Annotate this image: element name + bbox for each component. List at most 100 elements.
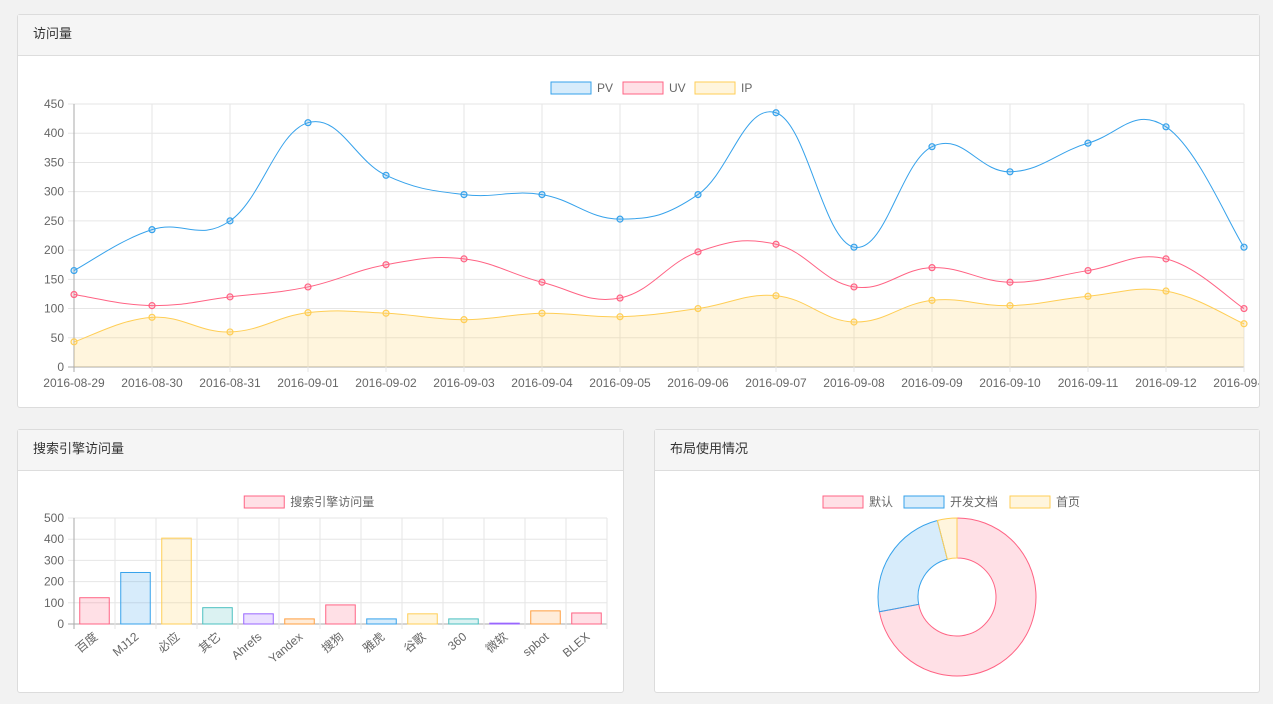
slice-开发文档 xyxy=(877,519,948,613)
legend-swatch xyxy=(822,495,864,509)
data-point-IP xyxy=(1084,292,1092,300)
y-tick-label: 250 xyxy=(44,214,64,228)
data-point-PV xyxy=(928,143,936,151)
x-tick-label: 雅虎 xyxy=(359,629,387,656)
bar-360 xyxy=(448,618,479,625)
series-line-PV xyxy=(73,111,1245,272)
bar-谷歌 xyxy=(407,613,438,625)
data-point-PV xyxy=(460,190,468,199)
x-tick-label: 2016-09-12 xyxy=(1135,376,1197,390)
data-point-IP xyxy=(1240,320,1248,328)
legend-swatch xyxy=(243,495,285,509)
x-tick-label: BLEX xyxy=(560,630,593,660)
data-point-PV xyxy=(382,171,390,179)
legend-label: 首页 xyxy=(1056,495,1080,509)
data-point-UV xyxy=(1162,255,1170,263)
x-tick-label: 2016-09-09 xyxy=(901,376,963,390)
data-point-UV xyxy=(1084,266,1092,275)
x-tick-label: 2016-09-13 xyxy=(1213,376,1259,390)
legend-swatch xyxy=(622,81,664,95)
y-tick-label: 350 xyxy=(44,155,64,169)
data-point-IP xyxy=(1006,302,1014,310)
data-point-IP xyxy=(460,316,468,324)
data-point-PV xyxy=(538,190,546,199)
search-engine-bar-chart: 搜索引擎访问量 0 100 200 300 400 500 百度 MJ12 必应 其它 Ahrefs Y… xyxy=(44,494,608,666)
data-point-IP xyxy=(616,313,624,321)
traffic-line-chart: PV UV IP 0 50 100 150 200 250 300 350 400 450 2016-08… xyxy=(43,81,1259,390)
x-tick-label: Yandex xyxy=(266,630,305,666)
legend-label: PV xyxy=(597,81,613,95)
data-point-PV xyxy=(1006,168,1014,176)
x-tick-label: 2016-09-04 xyxy=(511,376,573,390)
x-tick-label: 谷歌 xyxy=(400,629,428,656)
data-point-PV xyxy=(1084,139,1092,147)
bar-搜狗 xyxy=(325,604,356,625)
layout-usage-panel-title: 布局使用情况 xyxy=(655,430,1259,471)
data-point-IP xyxy=(772,292,780,300)
data-point-IP xyxy=(850,318,858,326)
layout-usage-panel: 布局使用情况 默认 开发文档 首页 xyxy=(654,429,1260,693)
x-tick-label: 2016-09-05 xyxy=(589,376,651,390)
y-tick-label: 100 xyxy=(44,596,64,610)
data-point-UV xyxy=(850,283,858,291)
x-tick-label: 2016-09-03 xyxy=(433,376,495,390)
data-point-IP xyxy=(148,313,156,321)
traffic-panel: 访问量 PV UV IP 0 50 100 150 200 250 300 350 400 450 201… xyxy=(17,14,1260,408)
data-point-IP xyxy=(70,338,78,346)
bar-微软 xyxy=(489,622,520,625)
data-point-PV xyxy=(70,266,78,275)
y-tick-label: 400 xyxy=(44,532,64,546)
x-tick-label: 360 xyxy=(445,629,470,653)
data-point-UV xyxy=(538,278,546,286)
data-point-PV xyxy=(772,109,780,117)
y-tick-label: 300 xyxy=(44,553,64,567)
legend-label: UV xyxy=(669,81,686,95)
y-tick-label: 400 xyxy=(44,126,64,140)
bar-MJ12 xyxy=(120,571,151,625)
data-point-IP xyxy=(304,309,312,317)
data-point-IP xyxy=(226,328,234,336)
x-tick-label: 必应 xyxy=(154,629,182,656)
data-point-PV xyxy=(694,190,702,199)
data-point-PV xyxy=(148,226,156,234)
data-point-PV xyxy=(1240,243,1248,251)
bar-Yandex xyxy=(284,618,315,625)
bar-其它 xyxy=(202,607,233,625)
x-tick-label: 2016-08-29 xyxy=(43,376,105,390)
data-point-UV xyxy=(1006,278,1014,286)
bar-百度 xyxy=(79,597,110,625)
data-point-PV xyxy=(226,217,234,225)
search-engine-panel: 搜索引擎访问量 搜索引擎访问量 0 100 200 300 400 500 百度 MJ12 必应其… xyxy=(17,429,624,693)
legend-label: 开发文档 xyxy=(950,494,998,509)
data-point-UV xyxy=(928,264,936,272)
y-tick-label: 50 xyxy=(51,331,65,345)
data-point-IP xyxy=(1162,287,1170,295)
legend-label: 默认 xyxy=(869,494,893,509)
data-point-PV xyxy=(304,119,312,127)
y-tick-label: 500 xyxy=(44,511,64,525)
data-point-IP xyxy=(694,304,702,313)
x-tick-label: 其它 xyxy=(195,629,223,656)
data-point-UV xyxy=(226,293,234,301)
x-tick-label: 2016-09-07 xyxy=(745,376,807,390)
x-tick-label: 2016-09-10 xyxy=(979,376,1041,390)
layout-usage-doughnut-chart: 默认 开发文档 首页 xyxy=(822,494,1080,677)
legend-swatch xyxy=(694,81,736,95)
y-tick-label: 200 xyxy=(44,243,64,257)
data-point-IP xyxy=(382,309,390,317)
bar-必应 xyxy=(161,537,192,625)
data-point-UV xyxy=(304,283,312,291)
bar-spbot xyxy=(530,610,561,625)
bar-雅虎 xyxy=(366,618,397,625)
y-tick-label: 0 xyxy=(57,617,64,631)
data-point-PV xyxy=(850,243,858,251)
data-point-PV xyxy=(1162,123,1170,131)
bar-Ahrefs xyxy=(243,613,274,625)
y-tick-label: 150 xyxy=(44,272,64,286)
data-point-IP xyxy=(538,309,546,317)
y-tick-label: 200 xyxy=(44,575,64,589)
legend-label: IP xyxy=(741,81,752,95)
data-point-UV xyxy=(382,261,390,269)
y-tick-label: 100 xyxy=(44,302,64,316)
data-point-IP xyxy=(928,296,936,304)
